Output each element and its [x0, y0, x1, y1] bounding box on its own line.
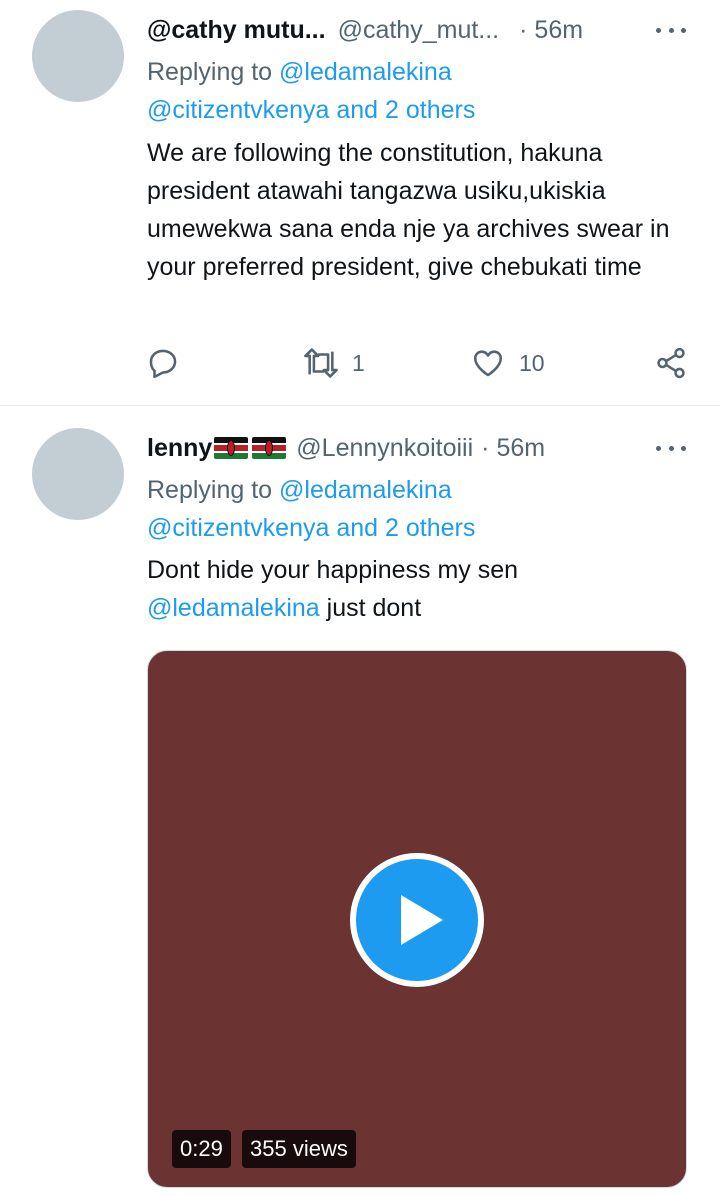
avatar[interactable] — [32, 428, 124, 520]
video-player[interactable]: 0:29 355 views — [147, 650, 687, 1188]
video-views: 355 views — [242, 1130, 356, 1168]
reply-mention-link[interactable]: @ledamalekina — [279, 58, 452, 86]
like-button[interactable]: 10 — [471, 346, 545, 380]
retweet-icon — [304, 348, 338, 378]
display-name[interactable]: lenny — [147, 434, 212, 463]
replying-to-label: Replying to — [147, 58, 273, 86]
tweet[interactable]: @cathy mutu... @cathy_mut... · 56m Reply… — [0, 0, 720, 404]
reply-others-link[interactable]: @citizentvkenya and 2 others — [147, 91, 475, 129]
more-icon[interactable] — [656, 20, 686, 40]
replying-to: Replying to @ledamalekina — [147, 471, 452, 509]
tweet-text: We are following the constitution, hakun… — [147, 139, 670, 281]
tweet-text-part: just dont — [319, 594, 422, 622]
kenya-flag-icon — [214, 437, 249, 459]
reply-mention-link[interactable]: @ledamalekina — [279, 476, 452, 504]
share-button[interactable] — [654, 346, 688, 380]
tweet-header: @cathy mutu... @cathy_mut... · 56m — [147, 12, 583, 48]
play-button[interactable] — [350, 853, 484, 987]
timestamp[interactable]: · 56m — [481, 434, 545, 463]
tweet-text-part: Dont hide your happiness my sen — [147, 556, 519, 584]
replying-to-label: Replying to — [147, 476, 273, 504]
retweet-count: 1 — [352, 349, 365, 376]
text-mention-link[interactable]: @ledamalekina — [147, 594, 320, 622]
play-icon — [401, 895, 443, 945]
reply-others-link[interactable]: @citizentvkenya and 2 others — [147, 509, 475, 547]
reply-icon — [149, 349, 177, 379]
tweet-header: lenny @Lennynkoitoiii · 56m — [147, 430, 545, 466]
video-duration: 0:29 — [172, 1130, 231, 1168]
like-count: 10 — [519, 349, 545, 376]
replying-to: Replying to @ledamalekina — [147, 53, 452, 91]
like-icon — [473, 350, 503, 377]
timestamp[interactable]: · 56m — [519, 16, 583, 45]
retweet-button[interactable]: 1 — [302, 346, 365, 380]
avatar[interactable] — [32, 10, 124, 102]
more-icon[interactable] — [656, 438, 686, 458]
share-icon — [657, 347, 685, 379]
kenya-flag-icon — [252, 437, 287, 459]
user-handle[interactable]: @Lennynkoitoiii — [296, 434, 473, 463]
user-handle[interactable]: @cathy_mut... — [338, 16, 500, 45]
reply-button[interactable] — [146, 346, 180, 380]
display-name[interactable]: @cathy mutu... — [147, 16, 326, 45]
tweet-text: Dont hide your happiness my sen @ledamal… — [147, 551, 687, 627]
